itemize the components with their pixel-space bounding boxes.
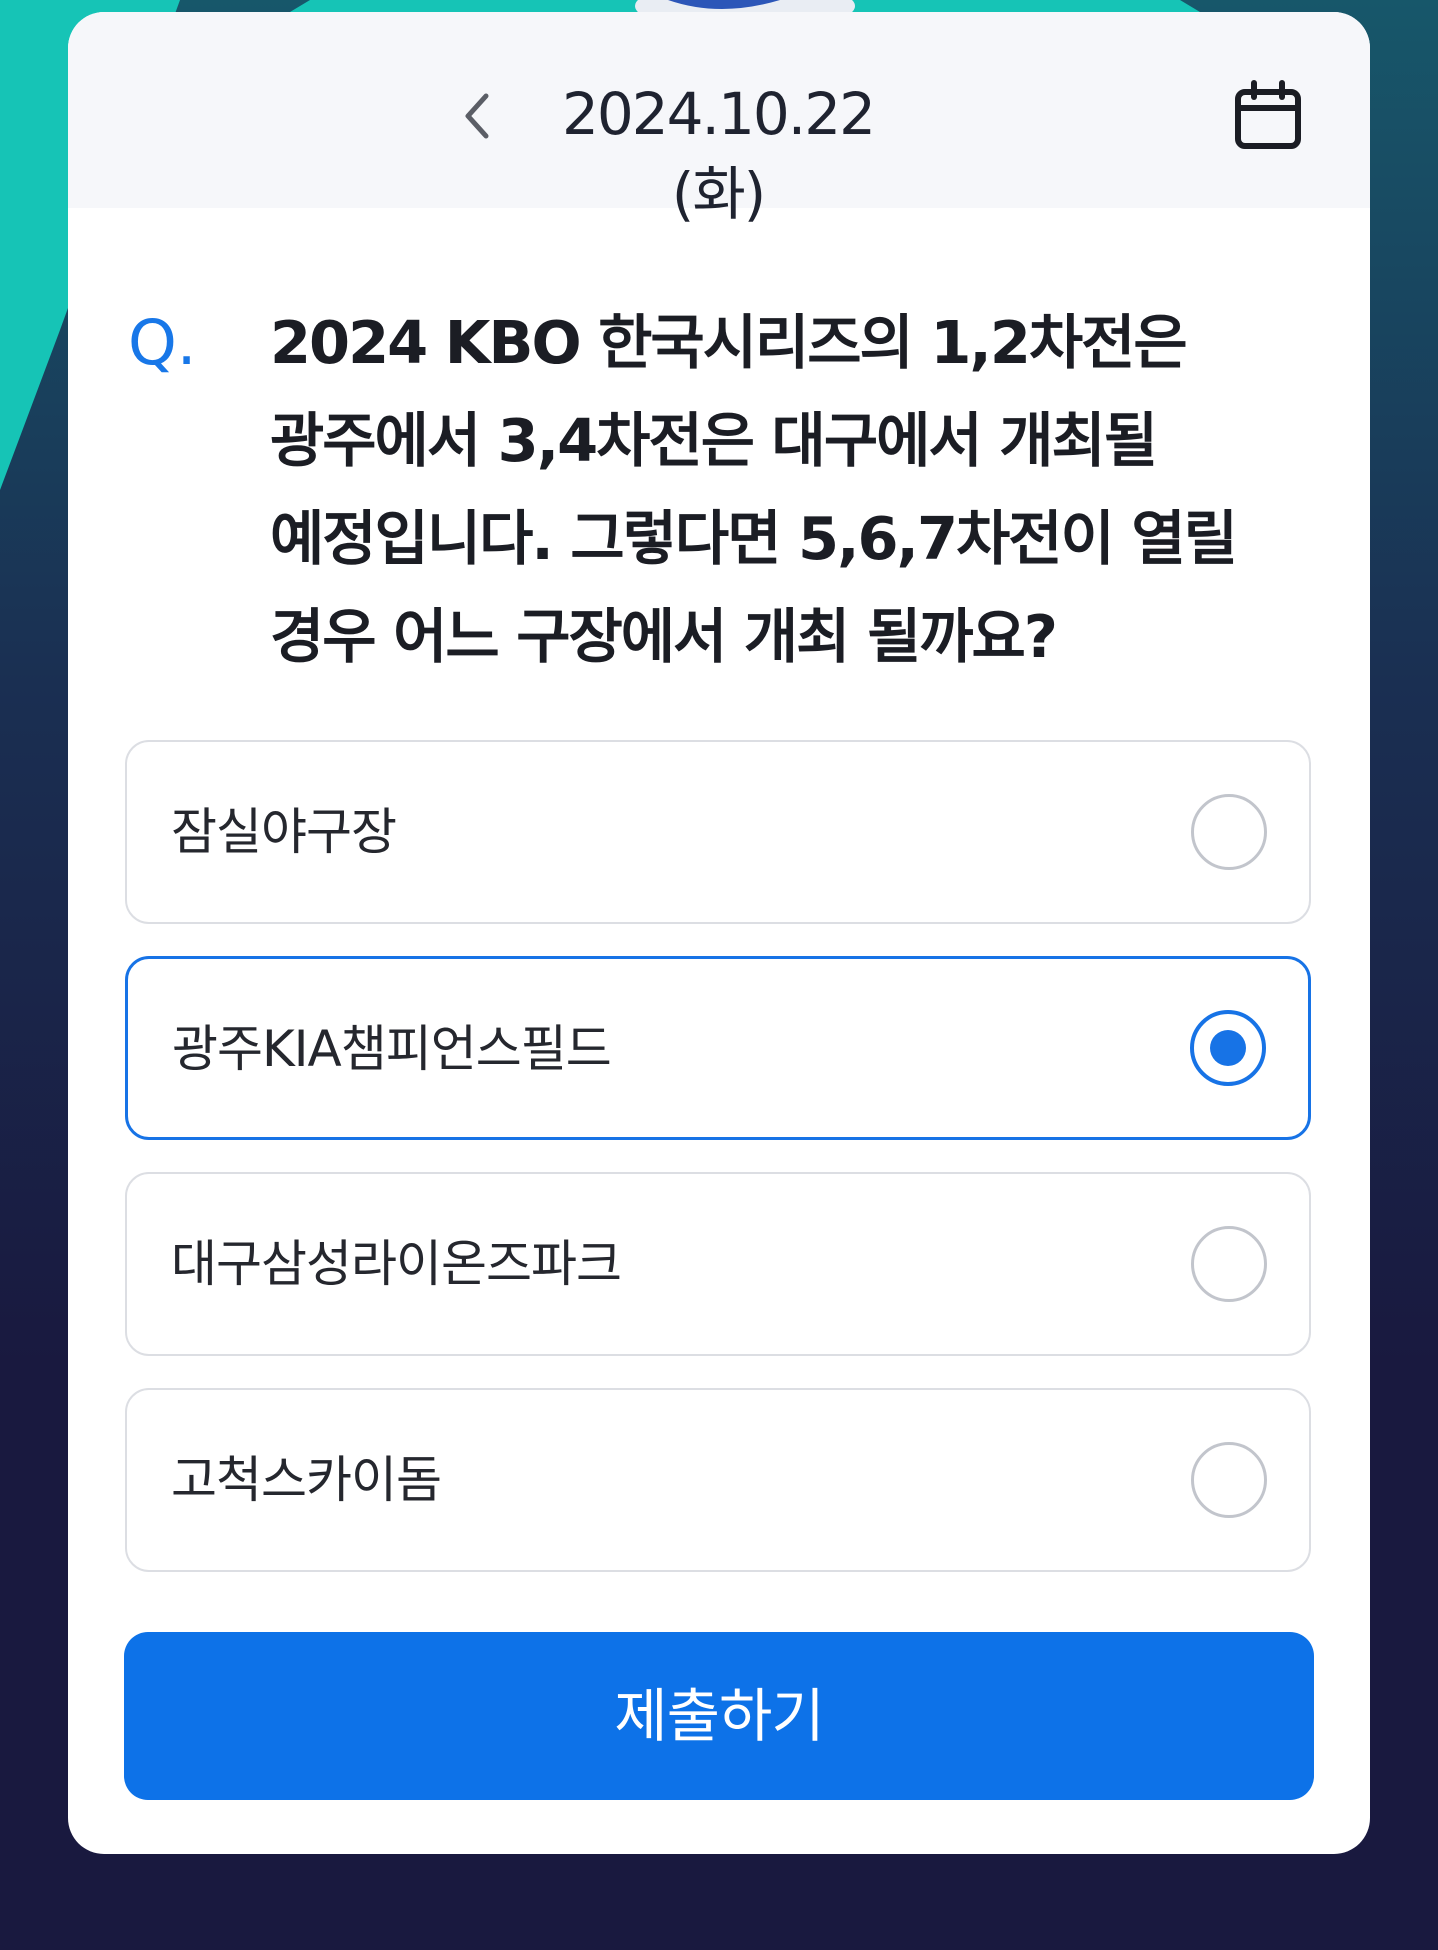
radio-button[interactable] <box>1190 1010 1266 1086</box>
date-title: 2024.10.22 (화) <box>561 80 876 228</box>
question-text: 2024 KBO 한국시리즈의 1,2차전은 광주에서 3,4차전은 대구에서 … <box>270 308 1238 671</box>
option-label: 대구삼성라이온즈파크 <box>171 1235 622 1293</box>
submit-button[interactable]: 제출하기 <box>124 1632 1314 1800</box>
option-gocheok[interactable]: 고척스카이돔 <box>125 1388 1311 1572</box>
calendar-button[interactable] <box>1228 70 1308 160</box>
previous-date-button[interactable] <box>448 80 508 152</box>
chevron-left-icon <box>465 93 489 139</box>
option-label: 광주KIA챔피언스필드 <box>172 1020 612 1078</box>
option-gwangju[interactable]: 광주KIA챔피언스필드 <box>125 956 1311 1140</box>
radio-button[interactable] <box>1191 1442 1267 1518</box>
option-label: 고척스카이돔 <box>171 1451 442 1509</box>
question-prefix: Q. <box>128 306 197 379</box>
radio-selected-dot <box>1210 1030 1246 1066</box>
option-daegu[interactable]: 대구삼성라이온즈파크 <box>125 1172 1311 1356</box>
calendar-icon <box>1235 80 1301 149</box>
radio-button[interactable] <box>1191 1226 1267 1302</box>
quiz-card: 2024.10.22 (화) Q. 2024 KBO 한국시리즈의 1,2차전은… <box>68 12 1370 1854</box>
date-header: 2024.10.22 (화) <box>68 12 1370 228</box>
radio-button[interactable] <box>1191 794 1267 870</box>
option-jamsil[interactable]: 잠실야구장 <box>125 740 1311 924</box>
option-label: 잠실야구장 <box>171 803 397 861</box>
